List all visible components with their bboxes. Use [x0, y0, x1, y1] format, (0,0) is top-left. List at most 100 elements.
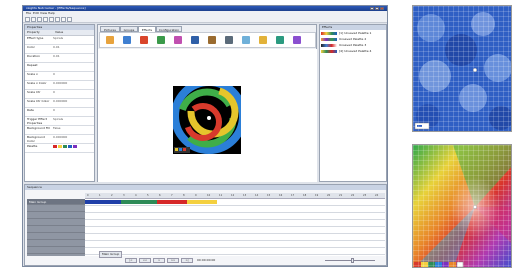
- property-value[interactable]: 0.01: [53, 45, 93, 49]
- sequence-row-name[interactable]: Main Group: [27, 199, 85, 205]
- sequence-grid[interactable]: [85, 199, 385, 256]
- property-row[interactable]: Color 0.01: [25, 45, 94, 54]
- grid-row-line: [85, 233, 385, 234]
- sequence-row-name[interactable]: [27, 220, 85, 226]
- blue-texture-preview: [412, 5, 512, 132]
- settings-icon[interactable]: [67, 17, 72, 22]
- rewind-button[interactable]: <<: [139, 258, 151, 263]
- property-row[interactable]: Repeat: [25, 63, 94, 72]
- property-row[interactable]: Effect type Spirals: [25, 36, 94, 45]
- sequence-row-name[interactable]: [27, 206, 85, 212]
- minimize-button[interactable]: [370, 7, 374, 10]
- effect-list-item[interactable]: Unsaved Palette 3: [321, 43, 386, 48]
- ruler-tick-label: 8: [183, 194, 185, 197]
- color-wash-icon[interactable]: [106, 36, 114, 44]
- palette-swatch[interactable]: [58, 145, 62, 148]
- sequence-row-name[interactable]: [27, 241, 85, 247]
- sequence-row-name[interactable]: [27, 213, 85, 219]
- property-row[interactable]: Duration 0.01: [25, 54, 94, 63]
- fire-icon[interactable]: [140, 36, 148, 44]
- play-button[interactable]: >: [153, 258, 165, 263]
- ruler-tick-label: 0: [87, 194, 89, 197]
- property-value[interactable]: False: [53, 126, 93, 130]
- effect-block[interactable]: [121, 200, 157, 204]
- rainbow-texture-preview: [412, 144, 512, 268]
- property-key: Scale x: [27, 72, 38, 76]
- open-icon[interactable]: [31, 17, 36, 22]
- sequence-row-name[interactable]: [27, 227, 85, 233]
- palette-swatch[interactable]: [73, 145, 77, 148]
- property-row[interactable]: Background Fill False: [25, 126, 94, 135]
- new-icon[interactable]: [25, 17, 30, 22]
- property-row[interactable]: Scale x Color 0.000000: [25, 81, 94, 90]
- ruler-tick-label: 4: [135, 194, 137, 197]
- grid-row-line: [85, 247, 385, 248]
- palette-thumbnail: [321, 38, 337, 41]
- property-value[interactable]: 0: [53, 108, 93, 112]
- property-row[interactable]: Trigger Effect Properties Spirals: [25, 117, 94, 126]
- palette-swatch[interactable]: [63, 145, 67, 148]
- sequence-row-names: Main Group: [27, 199, 85, 256]
- property-row[interactable]: Scale x 0: [25, 72, 94, 81]
- pinwheel-icon[interactable]: [276, 36, 284, 44]
- go-start-button[interactable]: |<: [125, 258, 137, 263]
- zoom-in-icon[interactable]: [55, 17, 60, 22]
- go-end-button[interactable]: >|: [181, 258, 193, 263]
- property-value[interactable]: 0: [53, 72, 93, 76]
- palette-swatch[interactable]: [53, 145, 57, 148]
- property-row[interactable]: Background Color 0.000000: [25, 135, 94, 144]
- forward-button[interactable]: >>: [167, 258, 179, 263]
- property-key: Rate: [27, 108, 34, 112]
- butterfly-icon[interactable]: [174, 36, 182, 44]
- close-button[interactable]: [380, 7, 384, 10]
- property-value[interactable]: Spirals: [53, 117, 93, 121]
- effect-block[interactable]: [187, 200, 217, 204]
- text-icon[interactable]: [259, 36, 267, 44]
- sequence-panel: Sequence 0 1 2 3 4 5 6 7 8 9 10 11 12 13 14 15 16 17 18 19 2…: [24, 184, 387, 266]
- property-row[interactable]: Scale Ctr Color 0.000000: [25, 99, 94, 108]
- ruler-tick-label: 12: [231, 194, 235, 197]
- effects-center-panel: Pictures Groups Effects Configuration: [97, 24, 317, 182]
- property-key: Background Color: [27, 135, 45, 143]
- spirals-icon[interactable]: [123, 36, 131, 44]
- stop-icon[interactable]: [49, 17, 54, 22]
- zoom-slider-thumb[interactable]: [351, 258, 354, 263]
- property-value[interactable]: 0.000000: [53, 99, 93, 103]
- effects-list-title: Effects: [320, 25, 386, 30]
- sequence-title: Sequence: [25, 185, 386, 190]
- property-value[interactable]: 0.000000: [53, 81, 93, 85]
- ruler-tick-label: 5: [147, 194, 149, 197]
- property-row[interactable]: Scale Ctr 0: [25, 90, 94, 99]
- circles-icon[interactable]: [208, 36, 216, 44]
- sequence-row-name[interactable]: [27, 248, 85, 254]
- property-row[interactable]: Rate 0: [25, 108, 94, 117]
- effect-block[interactable]: [157, 200, 187, 204]
- zoom-slider-track[interactable]: [325, 260, 375, 261]
- maximize-button[interactable]: [375, 7, 379, 10]
- property-value[interactable]: 0: [53, 90, 93, 94]
- effect-list-item[interactable]: [1] Unsaved Palette 1: [321, 31, 386, 36]
- sequence-row-name[interactable]: [27, 234, 85, 240]
- property-value[interactable]: 0.000000: [53, 135, 93, 139]
- ruler-tick-label: 2: [111, 194, 113, 197]
- zoom-out-icon[interactable]: [61, 17, 66, 22]
- palette-swatch[interactable]: [68, 145, 72, 148]
- palette-thumbnail: [321, 32, 337, 35]
- effect-list-item[interactable]: Unsaved Palette 2: [321, 37, 386, 42]
- spiral-preview-canvas[interactable]: [173, 86, 241, 154]
- save-icon[interactable]: [37, 17, 42, 22]
- grid-overlay: [413, 145, 511, 267]
- tree-icon[interactable]: [157, 36, 165, 44]
- ruler-tick-label: 9: [195, 194, 197, 197]
- meteor-icon[interactable]: [225, 36, 233, 44]
- property-row[interactable]: Palette: [25, 144, 94, 153]
- ruler-tick-label: 15: [267, 194, 271, 197]
- picture-icon[interactable]: [293, 36, 301, 44]
- snowflake-icon[interactable]: [242, 36, 250, 44]
- bars-icon[interactable]: [191, 36, 199, 44]
- property-value[interactable]: 0.01: [53, 54, 93, 58]
- play-icon[interactable]: [43, 17, 48, 22]
- effect-block[interactable]: [85, 200, 121, 204]
- effect-list-item[interactable]: [4] Unsaved Palette 4: [321, 49, 386, 54]
- property-value[interactable]: Spirals: [53, 36, 93, 40]
